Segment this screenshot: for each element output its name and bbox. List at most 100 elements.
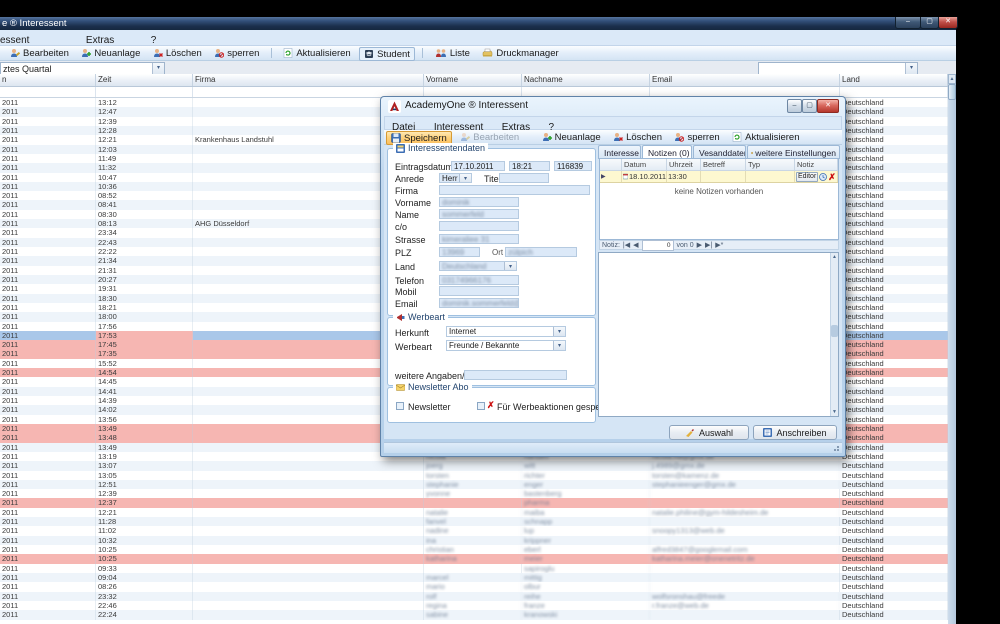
land-combobox[interactable]: Deutschland▾ [439,261,517,271]
table-row[interactable]: 201123:32rolfreihewolfsronshau@freedeDeu… [0,592,948,601]
vorname-field[interactable]: dominik [439,197,519,207]
table-row[interactable]: 201113:07joergwittj.4989@gmx.deDeutschla… [0,461,948,470]
notes-column-notiz[interactable]: Notiz [795,159,838,170]
tab-notizen[interactable]: Notizen (0) [642,145,692,159]
chevron-down-icon[interactable]: ▾ [459,174,471,182]
menu-help[interactable]: ? [144,34,164,46]
sperren-button[interactable]: sperren [670,131,723,143]
scrollbar-thumb[interactable] [948,84,956,100]
minimize-button[interactable]: – [895,17,921,29]
maximize-button[interactable]: ▢ [920,17,939,29]
nav-first-icon[interactable]: |◀ [623,241,630,249]
scrollbar-thumb[interactable] [831,325,838,337]
close-button[interactable]: ✕ [817,99,839,113]
nav-position-input[interactable] [642,240,674,251]
table-row[interactable]: 201113:05torstenrichtertorsten@kamenz.de… [0,471,948,480]
table-row[interactable]: 201110:25christianeberlalfred3847@google… [0,545,948,554]
textarea-scrollbar[interactable]: ▲ ▼ [830,253,838,416]
nav-prev-icon[interactable]: ◀ [633,241,638,249]
notes-column-betreff[interactable]: Betreff [701,159,746,170]
table-row[interactable]: 201110:25katharinameierkatharina.meier@o… [0,554,948,563]
bearbeiten-button[interactable]: Bearbeiten [6,47,73,59]
scroll-up-icon[interactable]: ▲ [831,253,838,261]
nav-new-icon[interactable]: ▶* [715,241,723,249]
tab-interesse[interactable]: Interesse [598,145,641,159]
strasse-field[interactable]: kimeraliee 31 [439,234,519,244]
werbeart-combobox[interactable]: Freunde / Bekannte▾ [446,340,566,351]
notes-column-datum[interactable]: Datum [622,159,667,170]
column-header-vorname[interactable]: Vorname [424,74,522,86]
aktualisieren-button[interactable]: Aktualisieren [279,47,354,59]
table-row[interactable]: 201111:02nadinelupsnoopy1313@web.deDeuts… [0,526,948,535]
telefon-field[interactable]: 03174966176 [439,275,519,285]
anrede-combobox[interactable]: Herr▾ [439,173,472,183]
column-header-nachname[interactable]: Nachname [522,74,650,86]
column-header-land[interactable]: Land [840,74,948,86]
co-field[interactable] [439,221,519,231]
notes-column-uhrzeit[interactable]: Uhrzeit [667,159,701,170]
vertical-scrollbar[interactable]: ▲ ▼ [948,74,956,624]
titel-field[interactable] [499,173,549,183]
maximize-button[interactable]: ▢ [802,99,817,113]
table-row[interactable]: 201108:26marioolburDeutschland [0,582,948,591]
plz-field[interactable]: 13969 [439,247,480,257]
mobil-field[interactable] [439,286,519,296]
menu-extras[interactable]: Extras [79,34,121,46]
nav-last-icon[interactable]: ▶| [705,241,712,249]
details-field[interactable] [464,370,567,380]
column-header-email[interactable]: Email [650,74,840,86]
name-field[interactable]: sommerfeld [439,209,519,219]
sperren-button[interactable]: sperren [210,47,263,59]
column-header-datum[interactable]: n [0,74,96,86]
herkunft-combobox[interactable]: Internet▾ [446,326,566,337]
clock-icon[interactable] [819,173,827,181]
table-row[interactable]: 201122:46reginafranzer.franze@web.deDeut… [0,601,948,610]
chevron-down-icon[interactable]: ▾ [553,341,565,350]
eintragsdatum-field[interactable]: 17.10.2011 [451,161,505,171]
eintragsnummer-field[interactable]: 116839 [554,161,592,171]
tab-versanddaten[interactable]: Vesanddaten [693,145,746,159]
table-row[interactable]: 201112:39yvonnebastenbergDeutschland [0,489,948,498]
email-field[interactable]: dominik.sommerfeld@gmx.net [439,298,519,308]
table-row[interactable]: 201112:51stephanieengerstephanieenger@gm… [0,480,948,489]
column-header-firma[interactable]: Firma [193,74,424,86]
aktualisieren-button[interactable]: Aktualisieren [728,131,803,143]
chevron-down-icon[interactable]: ▾ [553,327,565,336]
neuanlage-button[interactable]: Neuanlage [77,47,144,59]
neuanlage-button[interactable]: Neuanlage [538,131,605,143]
newsletter-checkbox[interactable] [396,402,404,410]
column-header-zeit[interactable]: Zeit [96,74,193,86]
note-textarea[interactable]: ▲ ▼ [598,252,839,417]
editor-button[interactable]: Editor [796,172,818,182]
table-row[interactable]: 201112:37pharmaDeutschland [0,498,948,507]
resize-grip[interactable] [833,444,841,452]
menu-interessent[interactable]: essent [0,34,36,46]
table-row[interactable]: 201109:04marcelmittigDeutschland [0,573,948,582]
notes-column-typ[interactable]: Typ [746,159,795,170]
liste-button[interactable]: Liste [431,47,474,59]
ort-field[interactable]: zülpich [505,247,577,257]
table-row[interactable]: 201110:32inakrippnerDeutschland [0,536,948,545]
druckmanager-button[interactable]: Druckmanager [478,47,562,59]
note-row[interactable]: ▶ 18.10.2011 13:30 Editor ✗ [600,171,838,183]
scroll-customize-icon[interactable]: ▲ [948,74,956,84]
firma-field[interactable] [439,185,590,195]
close-button[interactable]: ✕ [938,17,958,29]
table-row[interactable]: 201111:28fanvelschnappDeutschland [0,517,948,526]
loeschen-button[interactable]: Löschen [609,131,666,143]
student-button[interactable]: Student [359,47,415,61]
scroll-down-icon[interactable]: ▼ [831,408,838,416]
table-row[interactable]: 201112:21nataliemaibanatalie.philine@gym… [0,508,948,517]
auswahl-button[interactable]: Auswahl [669,425,749,440]
nav-next-icon[interactable]: ▶ [697,241,702,249]
table-row[interactable]: 201109:33sapirogluDeutschland [0,564,948,573]
eintragszeit-field[interactable]: 18:21 [509,161,550,171]
chevron-down-icon[interactable]: ▾ [504,262,516,270]
tab-weitere-einstellungen[interactable]: weitere Einstellungen [747,145,840,159]
loeschen-button[interactable]: Löschen [149,47,206,59]
table-row[interactable]: 201122:24sabinekranowskiDeutschland [0,610,948,619]
minimize-button[interactable]: – [787,99,802,113]
delete-note-icon[interactable]: ✗ [828,173,836,181]
anschreiben-button[interactable]: Anschreiben [753,425,837,440]
werbeaktionen-checkbox[interactable] [477,402,485,410]
